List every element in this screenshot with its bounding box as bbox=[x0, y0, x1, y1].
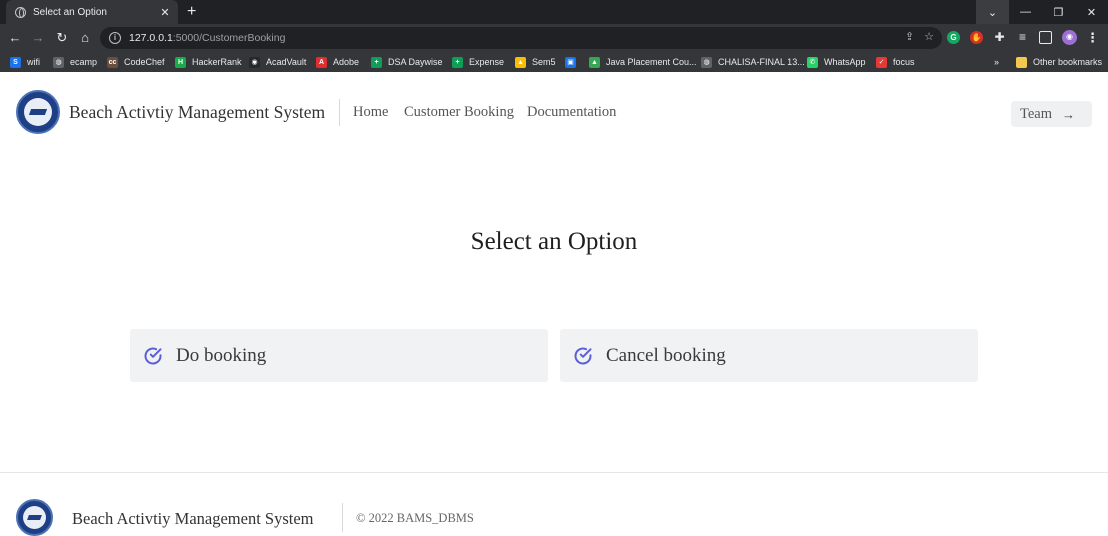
bookmark-star-icon[interactable]: ☆ bbox=[924, 30, 934, 43]
sheets-icon: + bbox=[371, 56, 382, 68]
url-host: 127.0.0.1 bbox=[129, 32, 173, 44]
check-circle-icon: ✓ bbox=[876, 56, 887, 68]
more-menu-icon[interactable]: ⋮ bbox=[1086, 31, 1099, 44]
do-booking-label: Do booking bbox=[176, 344, 267, 366]
github-icon: ◉ bbox=[249, 56, 260, 68]
cancel-booking-label: Cancel booking bbox=[606, 344, 726, 366]
page-title: Select an Option bbox=[470, 228, 638, 255]
browser-toolbar: ← → ↻ ⌂ i 127.0.0.1:5000/CustomerBooking… bbox=[0, 24, 1108, 52]
drive-icon: ▲ bbox=[589, 56, 600, 68]
url-path: :5000/CustomerBooking bbox=[172, 32, 286, 44]
tab-title: Select an Option bbox=[33, 6, 107, 18]
tab-search-button[interactable]: ⌄ bbox=[976, 0, 1009, 24]
hackerrank-icon: H bbox=[175, 56, 186, 68]
site-footer: Beach Activtiy Management System © 2022 … bbox=[0, 472, 1108, 536]
other-bookmarks-label: Other bookmarks bbox=[1033, 57, 1103, 67]
close-window-button[interactable]: ✕ bbox=[1075, 0, 1108, 24]
globe-icon: ◍ bbox=[701, 56, 712, 68]
codechef-icon: cc bbox=[107, 56, 118, 68]
bookmark-item[interactable]: ◉ AcadVault bbox=[249, 55, 306, 69]
forward-arrow-icon[interactable]: → bbox=[29, 29, 47, 47]
browser-tab-active[interactable]: Select an Option ✕ bbox=[6, 0, 178, 24]
footer-logo[interactable] bbox=[16, 499, 53, 536]
close-tab-icon[interactable]: ✕ bbox=[158, 6, 172, 19]
new-tab-button[interactable]: + bbox=[187, 3, 196, 21]
bookmark-label: wifi bbox=[27, 57, 40, 67]
bookmark-label: CodeChef bbox=[124, 57, 165, 67]
restore-button[interactable]: ❐ bbox=[1042, 0, 1075, 24]
bookmark-label: Sem5 bbox=[532, 57, 556, 67]
bookmark-item[interactable]: ◍ CHALISA-FINAL 13... bbox=[701, 55, 805, 69]
bookmark-item[interactable]: cc CodeChef bbox=[107, 55, 165, 69]
bookmark-label: CHALISA-FINAL 13... bbox=[718, 57, 805, 67]
address-bar[interactable]: i 127.0.0.1:5000/CustomerBooking ⇪ ☆ bbox=[100, 27, 942, 49]
grammarly-extension-icon[interactable]: G bbox=[947, 31, 960, 44]
extensions-puzzle-icon[interactable]: ✚ bbox=[993, 31, 1006, 44]
check-circle-icon bbox=[574, 347, 592, 364]
footer-divider bbox=[342, 503, 343, 532]
graduation-cap-icon bbox=[23, 506, 46, 529]
bookmark-item[interactable]: H HackerRank bbox=[175, 55, 242, 69]
bookmark-label: Adobe bbox=[333, 57, 360, 67]
nav-documentation[interactable]: Documentation bbox=[527, 104, 616, 121]
bookmark-label: ecamp bbox=[70, 57, 98, 67]
adobe-pdf-icon: A bbox=[316, 56, 327, 68]
other-bookmarks[interactable]: Other bookmarks bbox=[1016, 55, 1102, 69]
folder-icon bbox=[1016, 56, 1027, 68]
bookmark-label: focus bbox=[893, 57, 915, 67]
folder-icon: ▣ bbox=[565, 56, 576, 68]
nav-home[interactable]: Home bbox=[353, 104, 388, 121]
header-divider bbox=[339, 99, 340, 126]
tab-strip: Select an Option ✕ + ⌄ — ❐ ✕ bbox=[0, 0, 1108, 24]
bookmarks-bar: Swifi ◍ ecamp cc CodeChef H HackerRank ◉ AcadVau… bbox=[0, 52, 1108, 72]
bookmark-label: Java Placement Cou... bbox=[606, 57, 697, 67]
bookmark-item[interactable]: ✓ focus bbox=[876, 55, 915, 69]
bookmark-item[interactable]: + DSA Daywise bbox=[371, 55, 443, 69]
reload-icon[interactable]: ↻ bbox=[53, 29, 71, 47]
arrow-right-icon: → bbox=[1062, 106, 1075, 122]
check-circle-icon bbox=[144, 347, 162, 364]
cancel-booking-option[interactable]: Cancel booking bbox=[560, 329, 978, 382]
adblock-extension-icon[interactable]: ✋ bbox=[970, 31, 983, 44]
bookmark-label: Expense bbox=[469, 57, 505, 67]
s-square-icon: S bbox=[10, 56, 21, 68]
bookmark-item[interactable]: + Expense bbox=[452, 55, 504, 69]
bookmark-item[interactable]: ▲ Sem5 bbox=[515, 55, 556, 69]
globe-icon bbox=[15, 6, 26, 18]
back-arrow-icon[interactable]: ← bbox=[6, 29, 24, 47]
site-brand[interactable]: Beach Activtiy Management System bbox=[69, 102, 325, 123]
bookmark-item[interactable]: Swifi bbox=[10, 55, 40, 69]
profile-avatar-icon[interactable]: ◉ bbox=[1062, 30, 1077, 45]
do-booking-option[interactable]: Do booking bbox=[130, 329, 548, 382]
site-header: Beach Activtiy Management System Home Cu… bbox=[0, 74, 1108, 151]
home-icon[interactable]: ⌂ bbox=[76, 29, 94, 47]
bookmark-item[interactable]: ▲ Java Placement Cou... bbox=[589, 55, 697, 69]
team-button-label: Team bbox=[1020, 105, 1052, 122]
share-icon[interactable]: ⇪ bbox=[905, 30, 914, 43]
bookmark-label: HackerRank bbox=[192, 57, 242, 67]
bookmark-label: DSA Daywise bbox=[388, 57, 443, 67]
team-button[interactable]: Team → bbox=[1011, 101, 1092, 127]
bookmark-item[interactable]: A Adobe bbox=[316, 55, 359, 69]
footer-copyright: © 2022 BAMS_DBMS bbox=[356, 511, 474, 525]
site-info-icon[interactable]: i bbox=[109, 32, 121, 44]
bookmarks-overflow-button[interactable]: » bbox=[994, 55, 999, 69]
bookmark-label: AcadVault bbox=[266, 57, 307, 67]
sheets-icon: + bbox=[452, 56, 463, 68]
site-logo[interactable] bbox=[16, 90, 60, 134]
footer-brand[interactable]: Beach Activtiy Management System bbox=[72, 509, 314, 529]
nav-customer-booking[interactable]: Customer Booking bbox=[404, 104, 514, 121]
drive-icon: ▲ bbox=[515, 56, 526, 68]
bookmark-item[interactable]: ▣ bbox=[565, 55, 582, 69]
side-panel-icon[interactable] bbox=[1039, 31, 1052, 44]
bookmark-item[interactable]: ◍ ecamp bbox=[53, 55, 97, 69]
minimize-button[interactable]: — bbox=[1009, 0, 1042, 24]
bookmark-label: WhatsApp bbox=[824, 57, 866, 67]
graduation-cap-icon bbox=[24, 98, 52, 126]
reading-list-icon[interactable]: ≡ bbox=[1016, 31, 1029, 44]
globe-icon: ◍ bbox=[53, 56, 64, 68]
bookmark-item[interactable]: ✆ WhatsApp bbox=[807, 55, 866, 69]
whatsapp-icon: ✆ bbox=[807, 56, 818, 68]
